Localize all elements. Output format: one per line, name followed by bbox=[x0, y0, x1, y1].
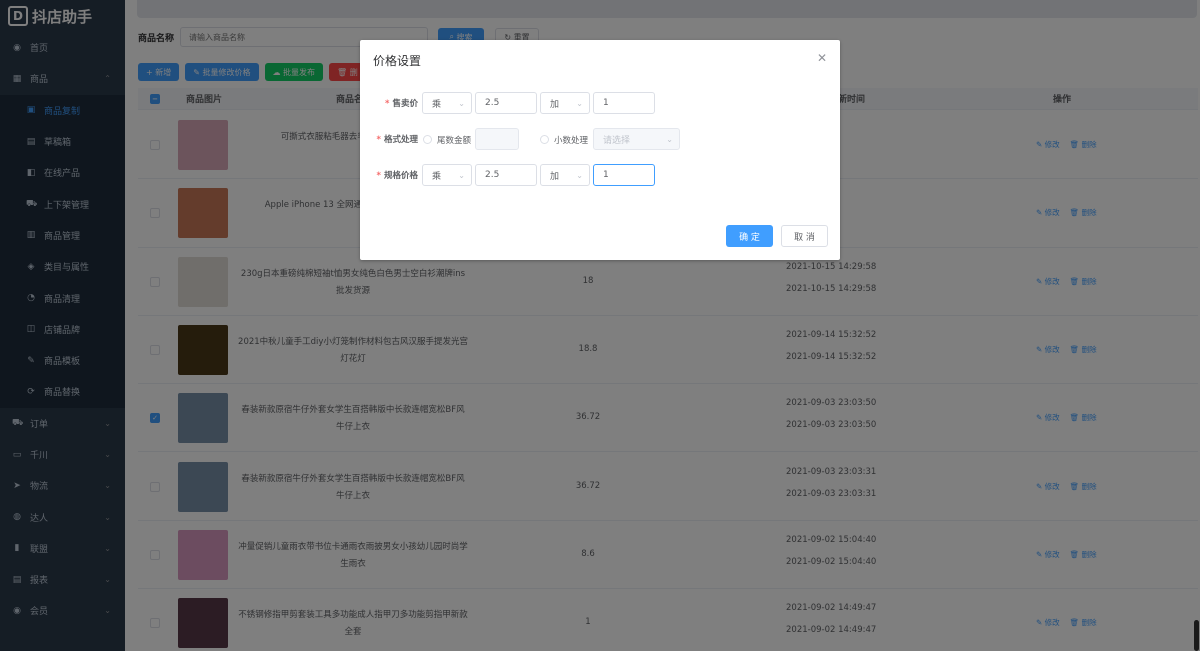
sell-price-val2-input[interactable]: 1 bbox=[593, 92, 655, 114]
dialog-title: 价格设置 bbox=[373, 54, 422, 68]
sell-price-op1-select[interactable]: 乘 ⌄ bbox=[422, 92, 472, 114]
format-label: * 格式处理 bbox=[376, 135, 418, 145]
sell-price-op2-select[interactable]: 加 ⌄ bbox=[540, 92, 590, 114]
chevron-down-icon: ⌄ bbox=[576, 98, 583, 108]
close-icon[interactable]: ✕ bbox=[817, 51, 827, 65]
sell-price-label: * 售卖价 bbox=[385, 99, 418, 109]
scrollbar-thumb[interactable] bbox=[1194, 620, 1199, 651]
tail-amount-input[interactable] bbox=[475, 128, 519, 150]
decimal-select[interactable]: 请选择 ⌄ bbox=[593, 128, 680, 150]
chevron-down-icon: ⌄ bbox=[458, 170, 465, 180]
format-row: * 格式处理 bbox=[360, 128, 418, 150]
spec-price-op1-select[interactable]: 乘 ⌄ bbox=[422, 164, 472, 186]
tail-amount-label: 尾数金额 bbox=[437, 136, 472, 146]
chevron-down-icon: ⌄ bbox=[576, 170, 583, 180]
spec-price-val2-input[interactable]: 1 bbox=[593, 164, 655, 186]
spec-price-val1-input[interactable]: 2.5 bbox=[475, 164, 537, 186]
spec-price-row: * 规格价格 bbox=[360, 164, 418, 186]
sell-price-val1-input[interactable]: 2.5 bbox=[475, 92, 537, 114]
chevron-down-icon: ⌄ bbox=[666, 134, 673, 144]
confirm-button[interactable]: 确 定 bbox=[726, 225, 773, 247]
cancel-button[interactable]: 取 消 bbox=[781, 225, 828, 247]
price-settings-dialog: 价格设置 ✕ * 售卖价 乘 ⌄ 2.5 加 ⌄ 1 * 格式处理 尾数金额 小数处理 … bbox=[360, 40, 840, 260]
spec-price-op2-select[interactable]: 加 ⌄ bbox=[540, 164, 590, 186]
decimal-label: 小数处理 bbox=[554, 136, 589, 146]
decimal-radio[interactable] bbox=[540, 135, 549, 144]
sell-price-row: * 售卖价 bbox=[360, 92, 418, 114]
tail-amount-radio[interactable] bbox=[423, 135, 432, 144]
chevron-down-icon: ⌄ bbox=[458, 98, 465, 108]
spec-price-label: * 规格价格 bbox=[376, 171, 418, 181]
